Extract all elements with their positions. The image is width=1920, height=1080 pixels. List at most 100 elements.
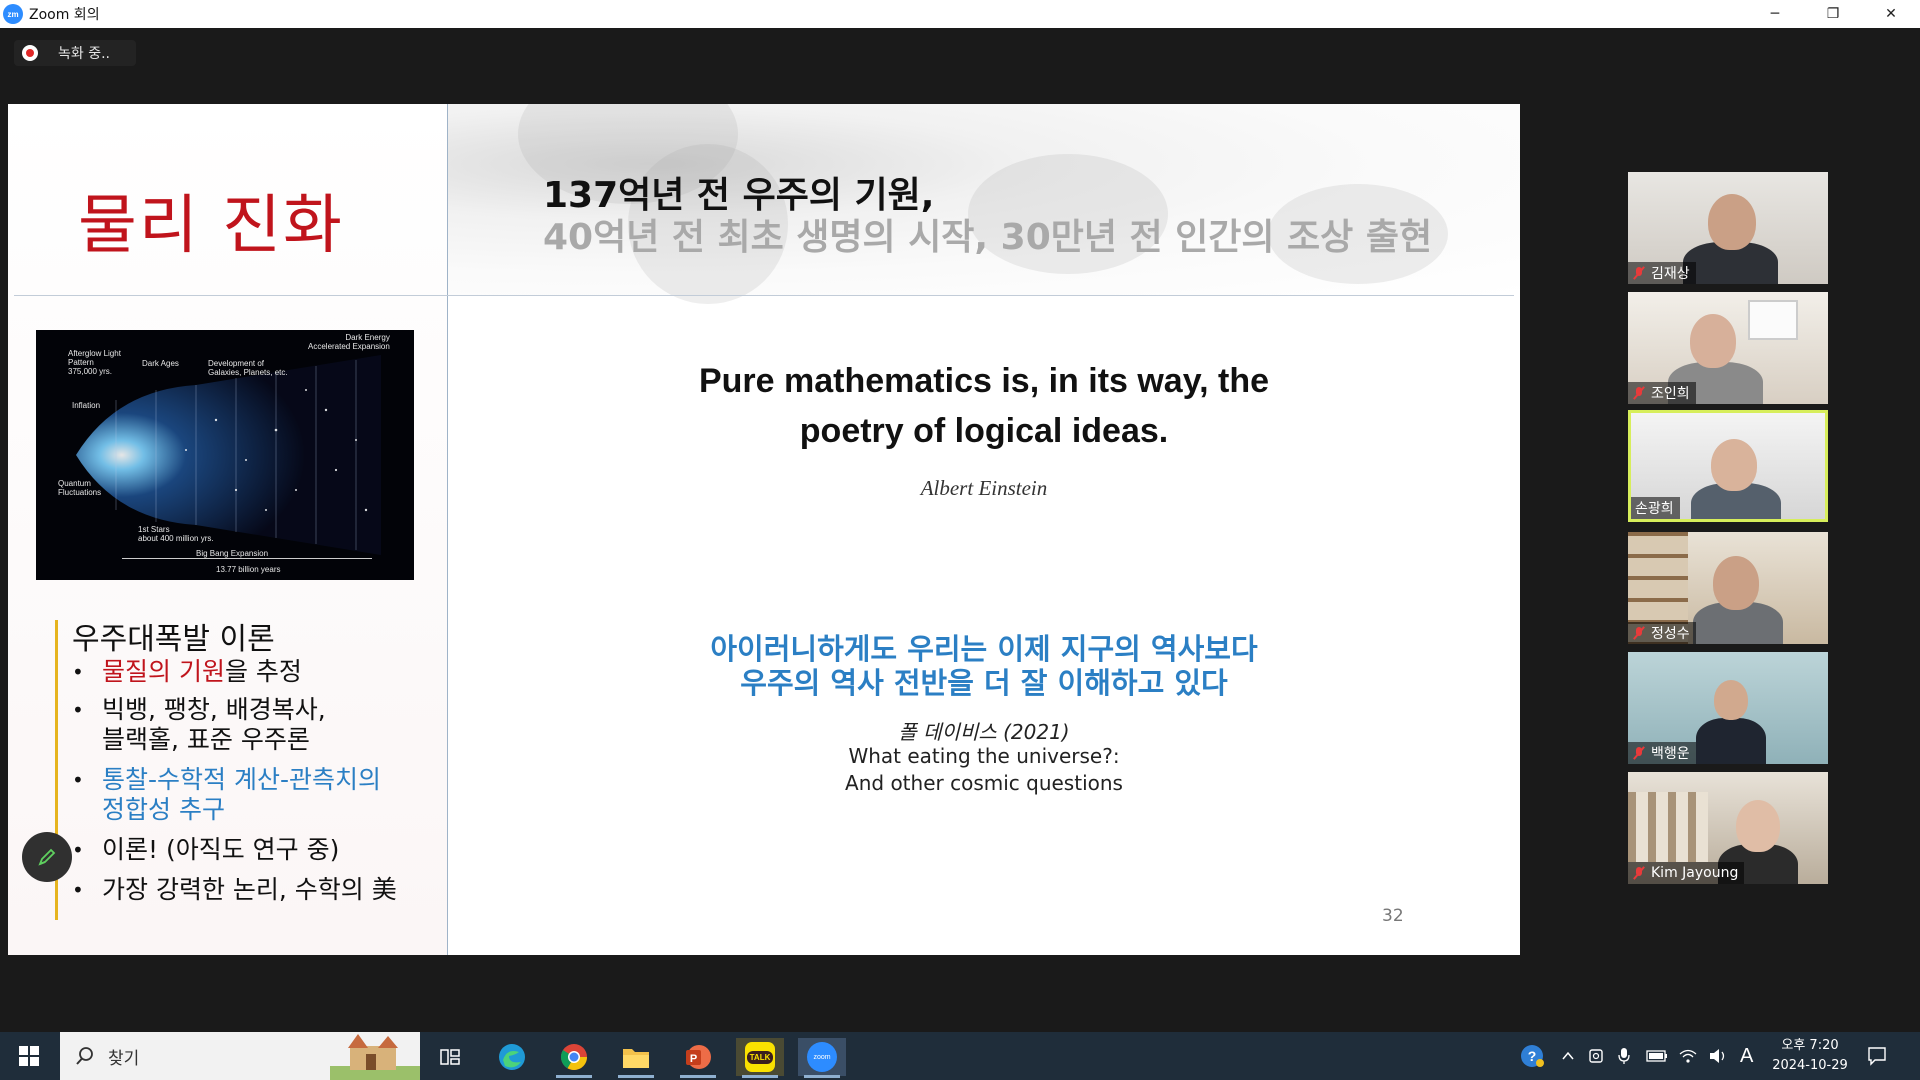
record-icon: [22, 45, 38, 61]
powerpoint-icon: P: [686, 1045, 711, 1069]
help-tray-icon[interactable]: ?: [1518, 1032, 1546, 1080]
battery-tray[interactable]: [1646, 1032, 1668, 1080]
participant-name-tag: Kim Jayoung: [1628, 862, 1745, 884]
participant-face: [1736, 800, 1780, 852]
quote-line1: Pure mathematics is, in its way, the: [698, 362, 1269, 400]
bookshelf-background: [1628, 792, 1708, 862]
zoom-icon-label: zoom: [813, 1053, 831, 1061]
participant-name: 백행운: [1651, 746, 1690, 762]
taskbar-powerpoint[interactable]: P: [674, 1038, 722, 1078]
participant-body: [1696, 718, 1766, 764]
folder-icon: [623, 1049, 649, 1068]
participant-face: [1708, 194, 1756, 250]
close-button[interactable]: ✕: [1862, 0, 1920, 28]
kakaotalk-icon: TALK: [745, 1042, 775, 1072]
participant-name-tag: 조인희: [1628, 382, 1696, 404]
participant-tile[interactable]: 김재상: [1628, 172, 1828, 284]
bullet-marker: •: [72, 838, 84, 862]
annotate-pen-button[interactable]: [22, 832, 72, 882]
slide-vertical-divider: [447, 104, 448, 955]
shared-slide: 물리 진화 137억년 전 우주의 기원, 40억년 전 최초 생명의 시작, …: [8, 104, 1520, 955]
dark-energy-label: Dark Energy Accelerated Expansion: [308, 333, 390, 351]
action-center-button[interactable]: [1866, 1032, 1888, 1080]
taskbar-search-box[interactable]: 찾기: [60, 1032, 420, 1080]
taskbar-kakaotalk[interactable]: TALK: [736, 1038, 784, 1078]
running-indicator: [618, 1075, 654, 1078]
window-titlebar: zm Zoom 회의 ─ ❐ ✕: [0, 0, 1920, 28]
cite-book-line2: And other cosmic questions: [845, 771, 1123, 795]
zoom-app-icon: zm: [3, 4, 23, 24]
first-stars-label: 1st Stars about 400 million yrs.: [138, 525, 214, 543]
restore-button[interactable]: ❐: [1804, 0, 1862, 28]
microphone-tray[interactable]: [1616, 1032, 1632, 1080]
window-controls: ─ ❐ ✕: [1746, 0, 1920, 28]
participant-tile[interactable]: 정성수: [1628, 532, 1828, 644]
bullet-bigbang: 빅뱅, 팽창, 배경복사, 블랙홀, 표준 우주론: [102, 695, 326, 755]
participant-name-tag: 김재상: [1628, 262, 1696, 284]
notification-icon: [1868, 1047, 1886, 1066]
input-method-indicator[interactable]: A: [1740, 1032, 1753, 1080]
mic-muted-icon: [1632, 746, 1646, 760]
participant-name-tag: 손광희: [1631, 497, 1680, 519]
participant-tile-active-speaker[interactable]: 손광희: [1628, 410, 1828, 522]
zoom-icon: zoom: [807, 1042, 837, 1072]
slide-title: 물리 진화: [78, 189, 344, 263]
participant-tile[interactable]: 백행운: [1628, 652, 1828, 764]
participant-name: 손광희: [1635, 501, 1674, 517]
taskbar-clock[interactable]: 오후 7:20 2024-10-29: [1768, 1036, 1852, 1076]
windows-taskbar: 찾기 P TALK zoom ? A 오후 7:20 2024-10-29: [0, 1032, 1920, 1080]
task-view-icon: [440, 1049, 460, 1065]
bullet-insight: 통찰-수학적 계산-관측치의 정합성 추구: [102, 765, 381, 825]
meet-now-tray[interactable]: [1588, 1032, 1606, 1080]
chevron-up-icon: [1562, 1051, 1574, 1060]
participant-name-tag: 정성수: [1628, 622, 1696, 644]
theory-title: 우주대폭발 이론: [72, 622, 275, 657]
participant-face: [1690, 314, 1736, 368]
recording-indicator[interactable]: 녹화 중..: [14, 40, 136, 66]
clock-date: 2024-10-29: [1772, 1058, 1848, 1073]
start-button[interactable]: [0, 1032, 58, 1080]
minimize-button[interactable]: ─: [1746, 0, 1804, 28]
kakao-badge: TALK: [746, 1050, 774, 1064]
svg-text:?: ?: [1528, 1048, 1537, 1064]
running-indicator: [804, 1075, 840, 1078]
taskbar-edge[interactable]: [488, 1038, 536, 1076]
network-tray[interactable]: [1678, 1032, 1698, 1080]
participant-tile[interactable]: 조인희: [1628, 292, 1828, 404]
bullet-marker: •: [72, 768, 84, 792]
bullet-theory: 이론! (아직도 연구 중): [102, 835, 340, 864]
taskbar-file-explorer[interactable]: [612, 1038, 660, 1078]
bullet-marker: •: [72, 660, 84, 684]
volume-tray[interactable]: [1708, 1032, 1728, 1080]
participant-face: [1713, 556, 1759, 610]
show-hidden-icons-button[interactable]: [1560, 1032, 1576, 1080]
task-view-button[interactable]: [426, 1038, 474, 1076]
quote-line2: poetry of logical ideas.: [799, 412, 1169, 450]
search-highlight-castle-icon: [330, 1034, 420, 1080]
svg-text:P: P: [690, 1053, 697, 1065]
speaker-icon: [1710, 1049, 1725, 1063]
taskbar-zoom[interactable]: zoom: [798, 1038, 846, 1078]
participant-tile[interactable]: Kim Jayoung: [1628, 772, 1828, 884]
participant-face: [1714, 680, 1748, 720]
years-label: 13.77 billion years: [216, 565, 281, 574]
mic-muted-icon: [1632, 866, 1646, 880]
slide-header-line2: 40억년 전 최초 생명의 시작, 30만년 전 인간의 조상 출현: [543, 217, 1433, 258]
korean-quote-line2: 우주의 역사 전반을 더 잘 이해하고 있다: [740, 666, 1228, 700]
quantum-label: Quantum Fluctuations: [58, 479, 102, 497]
running-indicator: [556, 1075, 592, 1078]
search-label: 찾기: [108, 1048, 140, 1069]
camera-icon: [1589, 1049, 1603, 1063]
development-label: Development of Galaxies, Planets, etc.: [208, 359, 288, 377]
participant-name: Kim Jayoung: [1651, 865, 1739, 881]
bullet-marker: •: [72, 698, 84, 722]
battery-icon: [1646, 1050, 1667, 1062]
search-icon: [76, 1047, 93, 1065]
participant-face: [1711, 439, 1757, 491]
taskbar-chrome[interactable]: [550, 1038, 598, 1078]
wifi-icon: [1679, 1049, 1697, 1063]
bullet-origin-of-matter: 물질의 기원을 추정: [102, 657, 302, 687]
window-background: [1748, 300, 1798, 340]
bullet-red-text: 물질의 기원: [102, 657, 225, 686]
bullet-marker: •: [72, 878, 84, 902]
